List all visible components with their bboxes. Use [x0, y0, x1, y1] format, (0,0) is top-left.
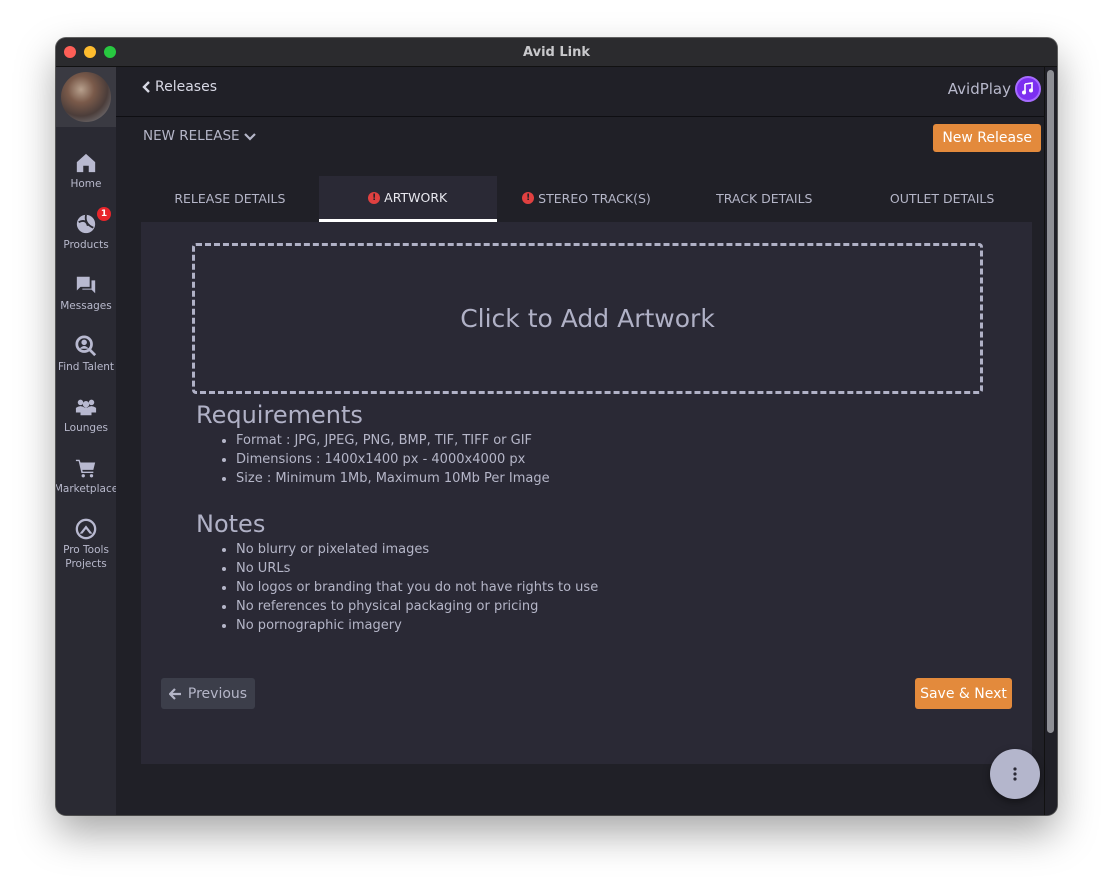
requirements-section: Requirements Format : JPG, JPEG, PNG, BM… [196, 401, 550, 488]
save-and-next-button[interactable]: Save & Next [915, 678, 1012, 709]
requirement-item: Format : JPG, JPEG, PNG, BMP, TIF, TIFF … [236, 431, 550, 450]
lounges-icon [75, 399, 97, 416]
sub-header: NEW RELEASE New Release [116, 117, 1045, 172]
brand-name: AvidPlay [947, 80, 1011, 98]
avatar-container[interactable] [56, 67, 116, 127]
sidebar-item-home[interactable]: Home [56, 152, 116, 191]
tab-bar: RELEASE DETAILS ! ARTWORK ! STEREO TRACK… [141, 176, 1032, 222]
warning-icon: ! [522, 192, 535, 204]
sidebar-item-label: Products [63, 239, 109, 251]
release-dropdown[interactable]: NEW RELEASE [143, 128, 256, 144]
close-window-button[interactable] [64, 46, 76, 58]
vertical-scrollbar[interactable] [1044, 67, 1057, 815]
dropzone-label: Click to Add Artwork [460, 304, 715, 333]
more-options-button[interactable] [990, 749, 1040, 799]
warning-icon: ! [368, 191, 381, 204]
top-bar: Releases AvidPlay [116, 67, 1045, 117]
note-item: No references to physical packaging or p… [236, 597, 598, 616]
avidplay-logo-icon [1015, 76, 1041, 102]
sidebar-item-label: Messages [60, 300, 112, 312]
sidebar-item-messages[interactable]: Messages [56, 274, 116, 313]
home-icon [76, 153, 96, 173]
tab-track-details[interactable]: TRACK DETAILS [676, 176, 852, 220]
tab-stereo-tracks[interactable]: ! STEREO TRACK(S) [497, 176, 677, 220]
tab-label: RELEASE DETAILS [174, 190, 286, 206]
cart-icon [75, 459, 96, 478]
release-dropdown-label: NEW RELEASE [143, 128, 240, 144]
notes-section: Notes No blurry or pixelated images No U… [196, 510, 598, 635]
previous-button[interactable]: Previous [161, 678, 255, 709]
tab-outlet-details[interactable]: OUTLET DETAILS [852, 176, 1032, 220]
find-talent-icon [75, 335, 97, 357]
back-to-releases-link[interactable]: Releases [142, 79, 217, 95]
sidebar-item-label: Find Talent [57, 361, 115, 373]
arrow-left-icon [168, 687, 181, 700]
tab-artwork[interactable]: ! ARTWORK [318, 176, 497, 222]
sidebar-item-label: Pro Tools Projects [63, 544, 109, 570]
previous-label: Previous [187, 685, 248, 702]
tab-label: STEREO TRACK(S) [538, 190, 651, 206]
sidebar-item-find-talent[interactable]: Find Talent [56, 335, 116, 374]
brand: AvidPlay [948, 76, 1041, 102]
pro-tools-icon [75, 518, 97, 540]
sidebar-item-marketplace[interactable]: Marketplace [56, 457, 119, 496]
notification-badge: 1 [97, 207, 111, 221]
sidebar: Home 1 Products Messages Find Talent Lou… [56, 67, 119, 815]
notes-heading: Notes [196, 510, 266, 538]
sidebar-item-label: Marketplace [56, 483, 119, 495]
note-item: No pornographic imagery [236, 616, 598, 635]
artwork-dropzone[interactable]: Click to Add Artwork [192, 243, 983, 394]
note-item: No logos or branding that you do not hav… [236, 578, 598, 597]
zoom-window-button[interactable] [104, 46, 116, 58]
note-item: No blurry or pixelated images [236, 540, 598, 559]
new-release-button[interactable]: New Release [933, 124, 1041, 152]
title-bar: Avid Link [56, 38, 1057, 67]
products-icon [76, 214, 96, 234]
app-window: Avid Link Home 1 Products Messages Find … [56, 38, 1057, 815]
chevron-down-icon [243, 132, 256, 141]
sidebar-item-label: Lounges [64, 422, 108, 434]
requirements-heading: Requirements [196, 401, 363, 429]
chevron-left-icon [142, 81, 150, 93]
artwork-panel: Click to Add Artwork Requirements Format… [141, 222, 1032, 764]
more-vertical-icon [1013, 767, 1017, 781]
tab-label: OUTLET DETAILS [889, 190, 995, 206]
tab-label: ARTWORK [384, 190, 448, 205]
back-link-label: Releases [155, 79, 217, 95]
requirement-item: Size : Minimum 1Mb, Maximum 10Mb Per Ima… [236, 469, 550, 488]
tab-release-details[interactable]: RELEASE DETAILS [141, 176, 319, 220]
sidebar-item-label: Home [70, 178, 102, 190]
minimize-window-button[interactable] [84, 46, 96, 58]
window-title: Avid Link [523, 44, 590, 60]
note-item: No URLs [236, 559, 598, 578]
avatar[interactable] [61, 72, 111, 122]
messages-icon [76, 276, 96, 294]
requirement-item: Dimensions : 1400x1400 px - 4000x4000 px [236, 450, 550, 469]
tab-label: TRACK DETAILS [716, 190, 813, 206]
scrollbar-thumb[interactable] [1047, 70, 1054, 733]
sidebar-item-products[interactable]: 1 Products [56, 207, 116, 252]
sidebar-item-lounges[interactable]: Lounges [56, 396, 116, 435]
sidebar-item-pro-tools-projects[interactable]: Pro Tools Projects [56, 518, 116, 571]
